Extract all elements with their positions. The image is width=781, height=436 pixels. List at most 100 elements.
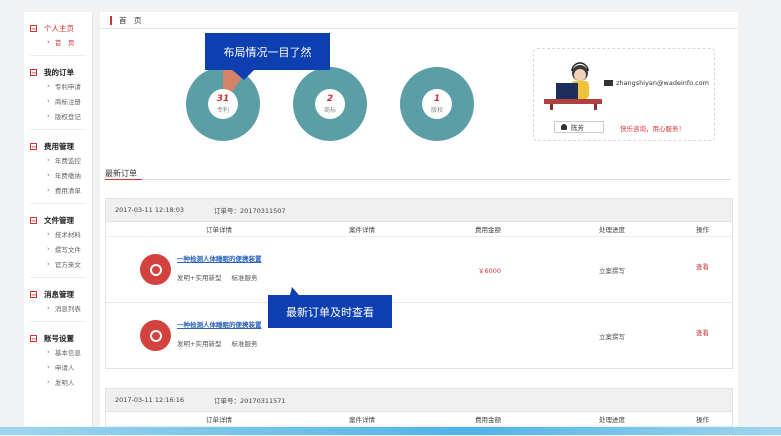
user-icon <box>561 124 567 130</box>
order-number: 20170311507 <box>240 207 286 215</box>
case-type: 发明+实用新型 <box>177 274 222 282</box>
sidebar-item-patent-apply[interactable]: › 专利申请 <box>24 78 92 93</box>
stat-count: 1 <box>433 93 441 104</box>
case-title-link[interactable]: 一种检测人体睡眠的便携装置 <box>177 319 262 329</box>
order-number: 20170311571 <box>240 397 286 405</box>
divider <box>30 321 86 322</box>
sidebar-item-trademark[interactable]: › 商标注册 <box>24 93 92 108</box>
service-slogan: 快乐咨询，用心服务！ <box>620 125 685 133</box>
stat-count: 2 <box>326 93 334 104</box>
chevron-right-icon: › <box>47 347 50 356</box>
sidebar-item-official[interactable]: › 官方来文 <box>24 256 92 271</box>
stat-label: 版权 <box>430 106 443 114</box>
column-header: 处理进度 <box>599 226 625 234</box>
chevron-right-icon: › <box>47 155 50 164</box>
chevron-right-icon: › <box>47 170 50 179</box>
collapse-icon[interactable]: − <box>30 334 37 342</box>
service-level: 标准服务 <box>231 274 258 282</box>
lightbulb-icon <box>140 320 171 351</box>
case-type: 发明+实用新型 <box>177 340 222 348</box>
column-header: 操作 <box>696 226 709 234</box>
chevron-right-icon: › <box>47 259 50 268</box>
service-level: 标准服务 <box>231 340 258 348</box>
divider <box>30 55 86 56</box>
sidebar-item-applicant[interactable]: › 申请人 <box>24 359 92 374</box>
lightbulb-icon <box>140 254 171 285</box>
collapse-icon[interactable]: − <box>30 68 37 76</box>
order-time: 2017-03-11 12:18:03 <box>115 206 185 214</box>
bottom-highlight-bar <box>0 427 781 435</box>
progress-status: 立案撰写 <box>599 267 625 275</box>
view-button[interactable]: 查看 <box>696 327 709 337</box>
order-columns: 订单详情 案件详情 费用金额 处理进度 操作 <box>106 222 732 237</box>
chevron-right-icon: › <box>47 244 50 253</box>
column-header: 案件详情 <box>349 416 375 424</box>
sidebar-section-messages: − 消息管理 › 消息列表 <box>24 288 92 315</box>
sidebar-section-title[interactable]: − 账号设置 <box>24 332 92 344</box>
breadcrumb-marker <box>110 15 112 25</box>
stat-donut-copyright[interactable]: 1 版权 <box>400 67 474 141</box>
sidebar-section-title[interactable]: − 费用管理 <box>24 140 92 152</box>
sidebar-section-title[interactable]: − 文件管理 <box>24 214 92 226</box>
chevron-right-icon: › <box>47 37 50 46</box>
stat-count: 31 <box>216 93 230 104</box>
sidebar-item-drafts[interactable]: › 撰写文件 <box>24 241 92 256</box>
chevron-right-icon: › <box>47 362 50 371</box>
sidebar-section-orders: − 我的订单 › 专利申请 › 商标注册 › 版权登记 <box>24 66 92 123</box>
collapse-icon[interactable]: − <box>30 216 37 224</box>
chevron-right-icon: › <box>47 81 50 90</box>
sidebar-section-title[interactable]: − 我的订单 <box>24 66 92 78</box>
chevron-right-icon: › <box>47 185 50 194</box>
tooltip-pointer <box>230 68 256 80</box>
view-button[interactable]: 查看 <box>696 261 709 271</box>
divider <box>30 129 86 130</box>
divider <box>30 203 86 204</box>
sidebar-section-files: − 文件管理 › 技术材料 › 撰写文件 › 官方来文 <box>24 214 92 271</box>
sidebar-item-message-list[interactable]: › 消息列表 <box>24 300 92 315</box>
stat-label: 商标 <box>323 106 336 114</box>
chevron-right-icon: › <box>47 96 50 105</box>
sidebar-item-tech-material[interactable]: › 技术材料 <box>24 226 92 241</box>
column-header: 处理进度 <box>599 416 625 424</box>
chevron-right-icon: › <box>47 377 50 386</box>
fee-amount: ￥6000 <box>478 267 502 275</box>
sidebar: − 个人主页 › 首 页 − 我的订单 › 专利申请 › 商标注册 › 版权登记 − … <box>24 12 93 435</box>
support-agent-illustration <box>544 62 602 110</box>
sidebar-section-title[interactable]: − 消息管理 <box>24 288 92 300</box>
tooltip-overview: 布局情况一目了然 <box>205 33 330 70</box>
column-header: 费用金额 <box>475 226 501 234</box>
customer-service-card: zhangshiyan@wadeinfo.com 陈芳 快乐咨询，用心服务！ <box>533 48 715 141</box>
sidebar-item-fee-pay[interactable]: › 年费缴纳 <box>24 167 92 182</box>
service-agent-name: 陈芳 <box>554 121 604 133</box>
order-card: 2017-03-11 12:18:03 订单号：20170311507 订单详情… <box>105 198 733 369</box>
service-email[interactable]: zhangshiyan@wadeinfo.com <box>604 79 709 87</box>
sidebar-item-fee-monitor[interactable]: › 年费监控 <box>24 152 92 167</box>
order-header: 2017-03-11 12:16:16 订单号：20170311571 <box>106 389 732 412</box>
sidebar-section-title[interactable]: − 个人主页 <box>24 22 92 34</box>
chevron-right-icon: › <box>47 111 50 120</box>
sidebar-item-copyright[interactable]: › 版权登记 <box>24 108 92 123</box>
collapse-icon[interactable]: − <box>30 24 37 32</box>
case-title-link[interactable]: 一种检测人体睡眠的便携装置 <box>177 253 262 263</box>
chevron-right-icon: › <box>47 303 50 312</box>
tooltip-orders: 最新订单及时查看 <box>268 295 392 328</box>
stat-label: 专利 <box>216 106 229 114</box>
collapse-icon[interactable]: − <box>30 290 37 298</box>
column-header: 费用金额 <box>475 416 501 424</box>
collapse-icon[interactable]: − <box>30 142 37 150</box>
order-time: 2017-03-11 12:16:16 <box>115 396 185 404</box>
order-columns: 订单详情 案件详情 费用金额 处理进度 操作 <box>106 412 732 427</box>
sidebar-section-fees: − 费用管理 › 年费监控 › 年费缴纳 › 费用清单 <box>24 140 92 197</box>
sidebar-section-account: − 账号设置 › 基本信息 › 申请人 › 发明人 <box>24 332 92 389</box>
order-row: 一种检测人体睡眠的便携装置 发明+实用新型 标准服务 ￥6000 立案撰写 查看 <box>106 237 732 303</box>
sidebar-item-home[interactable]: › 首 页 <box>24 34 92 49</box>
sidebar-item-fee-list[interactable]: › 费用清单 <box>24 182 92 197</box>
stat-donut-trademark[interactable]: 2 商标 <box>293 67 367 141</box>
column-header: 操作 <box>696 416 709 424</box>
orders-title: 最新订单 <box>105 169 137 178</box>
sidebar-item-basic-info[interactable]: › 基本信息 <box>24 344 92 359</box>
column-header: 案件详情 <box>349 226 375 234</box>
divider <box>30 277 86 278</box>
sidebar-item-inventor[interactable]: › 发明人 <box>24 374 92 389</box>
breadcrumb: 首 页 <box>100 12 738 29</box>
